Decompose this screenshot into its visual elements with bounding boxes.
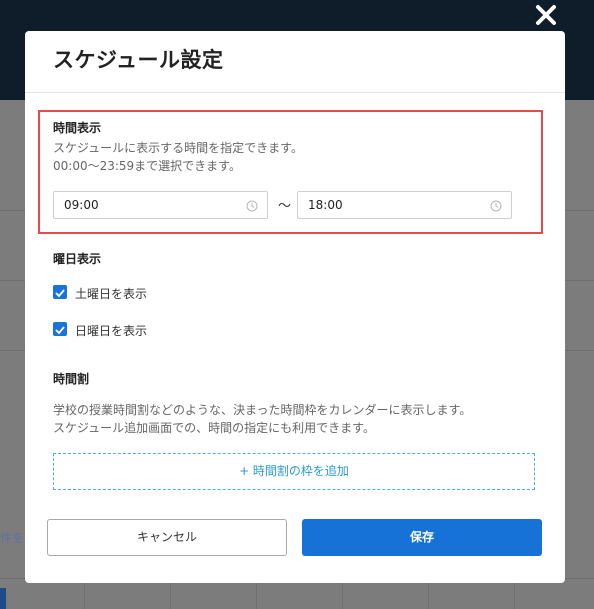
time-range-separator: ～ — [278, 199, 292, 214]
clock-icon — [246, 200, 258, 212]
add-timetable-slot-button[interactable]: + 時間割の枠を追加 — [53, 453, 535, 490]
save-button[interactable]: 保存 — [302, 519, 542, 556]
background-gridline — [84, 583, 85, 609]
background-link-text: 件を — [0, 531, 25, 545]
saturday-checkbox[interactable] — [53, 285, 67, 299]
background-gridline — [170, 583, 171, 609]
background-gridline — [514, 583, 515, 609]
schedule-settings-dialog: スケジュール設定 時間表示 スケジュールに表示する時間を指定できます。 00:0… — [25, 31, 565, 583]
timetable-title: 時間割 — [53, 372, 90, 386]
time-display-desc-1: スケジュールに表示する時間を指定できます。 — [53, 141, 303, 155]
background-marker — [0, 588, 6, 609]
time-display-desc-2: 00:00～23:59まで選択できます。 — [53, 159, 241, 173]
background-gridline — [256, 583, 257, 609]
background-gridline — [428, 583, 429, 609]
sunday-label: 日曜日を表示 — [75, 324, 148, 338]
end-time-value: 18:00 — [308, 198, 343, 212]
title-divider — [25, 92, 565, 93]
start-time-input[interactable]: 09:00 — [53, 191, 268, 219]
close-icon — [536, 5, 556, 25]
checkmark-icon — [55, 326, 65, 335]
dialog-title: スケジュール設定 — [53, 48, 224, 72]
checkmark-icon — [55, 289, 65, 298]
timetable-desc-2: スケジュール追加画面での、時間の指定にも利用できます。 — [53, 421, 375, 435]
sunday-checkbox[interactable] — [53, 322, 67, 336]
time-display-title: 時間表示 — [53, 121, 102, 135]
clock-icon — [490, 200, 502, 212]
background-gridline — [342, 583, 343, 609]
start-time-value: 09:00 — [64, 198, 99, 212]
saturday-label: 土曜日を表示 — [75, 287, 148, 301]
weekday-display-title: 曜日表示 — [53, 252, 102, 266]
close-button[interactable] — [533, 2, 559, 28]
end-time-input[interactable]: 18:00 — [297, 191, 512, 219]
timetable-desc-1: 学校の授業時間割などのような、決まった時間枠をカレンダーに表示します。 — [53, 403, 472, 417]
cancel-button[interactable]: キャンセル — [47, 519, 287, 556]
